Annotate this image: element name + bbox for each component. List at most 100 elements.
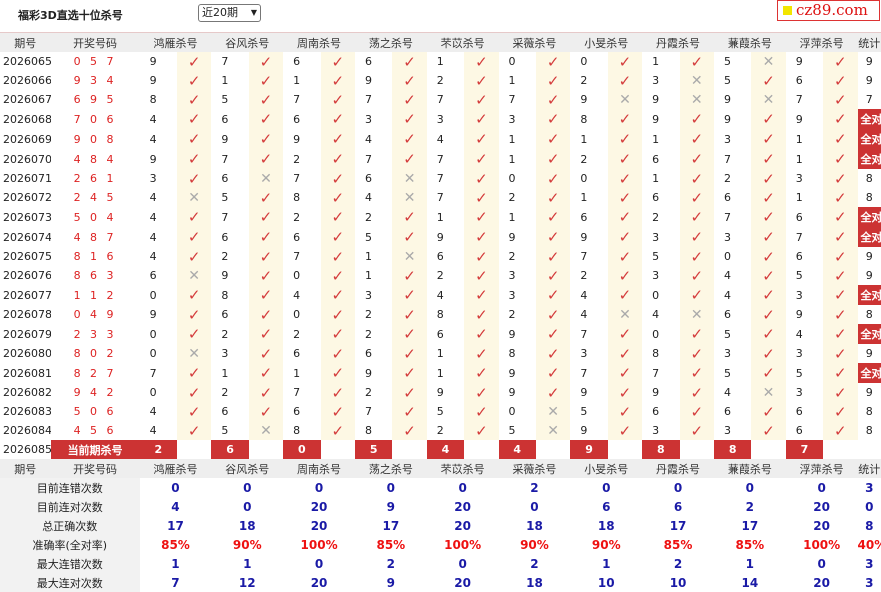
check-icon: ✓ [618,188,632,207]
stat-cell: 7 [858,90,881,109]
draw-number-cell: 5 0 4 [73,210,117,224]
kill-number-cell: 3 [795,386,803,399]
check-icon: ✓ [618,266,632,285]
column-header: 统计 [857,459,881,478]
summary-row: 总正确次数 17 18 20 17 20 18 18 17 17 20 8 [0,516,881,535]
column-header: 开奖号码 [50,459,140,478]
summary-value: 85% [735,537,765,552]
check-icon: ✓ [834,325,847,343]
check-icon: ✓ [762,169,775,188]
result-cell: ✓ [464,169,499,188]
column-header: 周南杀号 [283,33,355,52]
kill-number-cell: 3 [508,269,516,282]
result-cell: ✓ [823,285,858,305]
kill-number-cell: 5 [795,269,803,282]
check-icon: ✓ [475,247,488,266]
result-cell: ✓ [464,109,499,129]
check-icon: ✓ [546,247,560,266]
result-cell: ✓ [823,227,858,247]
stat-cell: 全对 [857,149,881,169]
stat-value: 9 [865,386,873,399]
summary-value: 0 [314,556,324,571]
kill-number-cell: 6 [364,55,372,68]
result-cell: ✓ [392,324,427,344]
check-icon: ✓ [690,169,704,188]
check-icon: ✓ [618,402,632,421]
current-spacer [823,440,857,459]
summary-value: 2 [673,556,683,571]
current-label: 当前期杀号 [50,440,140,459]
check-icon: ✓ [403,90,416,109]
kill-number-cell: 4 [436,132,444,146]
kill-number-cell: 9 [580,424,588,437]
all-correct-badge: 全对 [857,207,881,227]
kill-number-cell: 7 [364,152,372,166]
kill-number-cell: 7 [723,152,731,166]
stat-value: 8 [865,191,873,204]
check-icon: ✓ [187,421,201,440]
result-cell: ✓ [679,421,714,440]
kill-number-cell: 6 [293,55,301,68]
kill-number-cell: 9 [795,112,803,126]
result-cell: ✓ [607,247,643,266]
current-kill-number: 9 [570,440,608,459]
result-cell: ✓ [176,109,212,129]
result-cell: ✓ [751,363,786,383]
check-icon: ✓ [187,90,201,109]
column-header: 统计 [857,33,881,52]
check-icon: ✓ [690,110,704,128]
result-cell: ✓ [320,344,355,363]
kill-number-cell: 1 [795,191,803,204]
kill-number-cell: 6 [149,269,157,282]
result-cell: ✓ [679,402,714,421]
kill-number-cell: 1 [795,132,803,146]
stat-value: 8 [865,172,873,185]
stat-value: 8 [865,308,873,321]
result-cell: ✓ [464,421,499,440]
check-icon: ✓ [259,188,273,207]
column-header: 鸿雁杀号 [139,33,212,52]
kill-number-cell: 6 [293,112,301,126]
all-correct-badge: 全对 [857,324,881,344]
kill-number-cell: 3 [652,424,660,437]
summary-value: 17 [167,518,184,533]
result-cell: ✓ [751,149,786,169]
check-icon: ✓ [331,110,345,128]
current-kill-number: 2 [139,440,177,459]
period-cell: 2026082 [3,386,51,399]
kill-number-cell: 7 [436,152,444,166]
column-header: 浮萍杀号 [785,459,858,478]
kill-number-cell: 4 [149,405,157,418]
kill-number-cell: 3 [508,112,516,126]
draw-number-cell: 7 0 6 [73,112,117,126]
cross-icon: ✕ [188,267,201,284]
check-icon: ✓ [834,71,847,90]
period-cell: 2026070 [3,152,51,166]
kill-number-cell: 8 [293,424,301,437]
result-cell: ✕ [176,344,212,363]
result-cell: ✓ [320,247,355,266]
check-icon: ✓ [259,130,273,148]
result-cell: ✓ [823,266,858,285]
site-logo[interactable]: cz89.com [777,0,880,21]
result-cell: ✓ [320,109,355,129]
result-cell: ✓ [464,305,499,324]
draw-number-cell: 4 8 4 [73,152,117,166]
kill-number-cell: 1 [652,55,660,68]
cross-icon: ✕ [762,384,775,401]
result-cell: ✓ [320,90,355,109]
check-icon: ✓ [546,188,560,207]
kill-number-cell: 1 [436,366,444,380]
check-icon: ✓ [834,228,847,246]
kill-number-cell: 9 [149,55,157,68]
check-icon: ✓ [762,130,775,148]
summary-value: 85% [376,537,406,552]
result-cell: ✓ [535,383,571,402]
result-cell: ✓ [607,421,643,440]
current-kill-number: 7 [785,440,824,459]
kill-number-cell: 3 [221,347,229,360]
period-select[interactable]: 近20期 ▼ [198,4,261,22]
cross-icon: ✕ [690,72,703,89]
result-cell: ✓ [248,266,284,285]
kill-number-cell: 7 [508,93,516,106]
